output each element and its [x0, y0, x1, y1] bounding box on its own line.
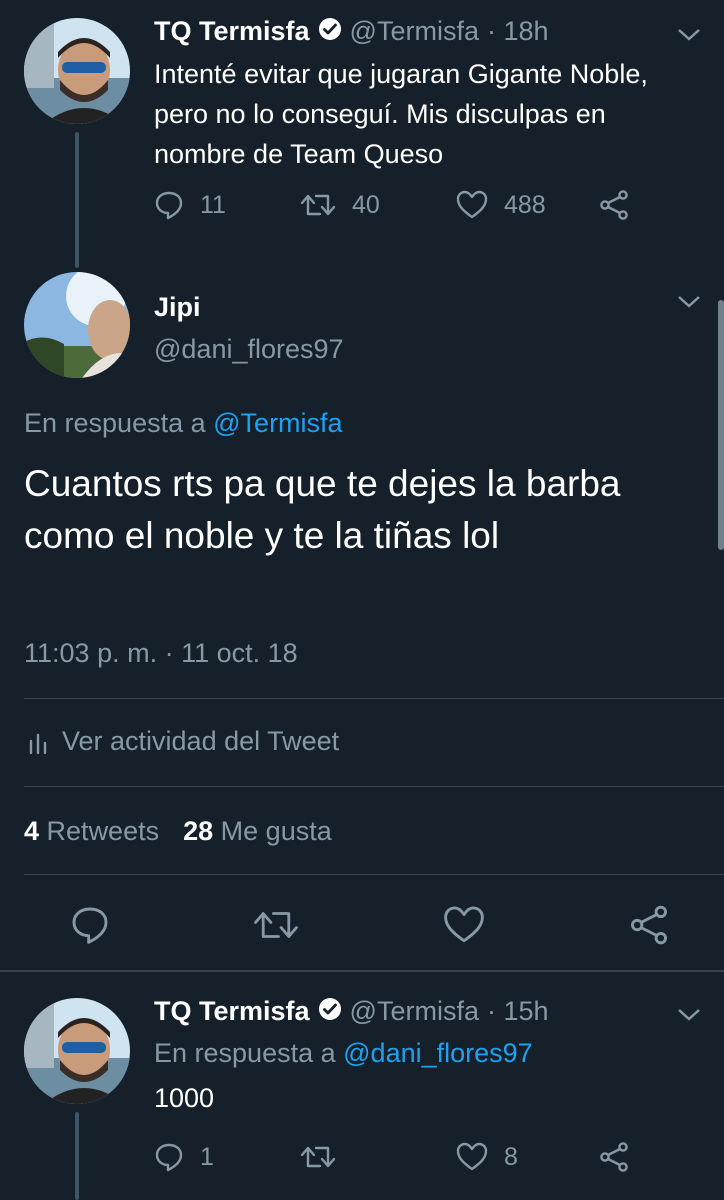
main-author-handle[interactable]: @dani_flores97: [154, 334, 344, 365]
main-reply-to-link[interactable]: @Termisfa: [213, 408, 342, 438]
share-icon: [631, 905, 667, 945]
main-author-name-row: Jipi: [154, 292, 201, 323]
tweet3-author-name[interactable]: TQ Termisfa: [154, 996, 310, 1027]
tweet3-reply-count: 1: [200, 1142, 214, 1171]
heart-icon: [456, 190, 488, 219]
tweet3-reply-button[interactable]: 1: [154, 1142, 300, 1172]
main-author-handle-row: @dani_flores97: [154, 334, 344, 365]
retweets-label: Retweets: [46, 816, 160, 846]
reply-icon: [155, 191, 183, 220]
tweet3-like-count: 8: [504, 1142, 518, 1171]
tweet3-menu-chevron-icon[interactable]: [676, 1006, 702, 1029]
main-reply-button[interactable]: [70, 905, 110, 950]
heart-icon: [456, 1142, 488, 1171]
analytics-bars-icon: [29, 733, 47, 754]
avatar-photo: [24, 998, 130, 1104]
verified-badge-icon: [318, 17, 342, 46]
tweet3-share-button[interactable]: [598, 1142, 630, 1172]
engagement-stats: 4 Retweets 28 Me gusta: [24, 816, 332, 847]
tweet3-text: 1000: [154, 1083, 215, 1113]
reply-icon: [72, 907, 108, 944]
tweet3-handle[interactable]: @Termisfa: [350, 996, 479, 1027]
retweets-count: 4: [24, 816, 40, 846]
likes-count: 28: [183, 816, 214, 846]
retweet-icon: [300, 194, 336, 216]
avatar-termisfa[interactable]: [24, 998, 130, 1104]
tweet1-share-button[interactable]: [598, 190, 630, 220]
likes-label: Me gusta: [220, 816, 332, 846]
avatar-photo: [24, 272, 130, 378]
tweet3-reply-prefix: En respuesta a: [154, 1038, 336, 1068]
main-tweet-text: Cuantos rts pa que te dejes la barba com…: [24, 463, 621, 556]
main-share-button[interactable]: [628, 905, 670, 950]
verified-badge-icon: [318, 997, 342, 1026]
main-retweet-button[interactable]: [253, 905, 299, 950]
reply-icon: [155, 1143, 183, 1172]
tweet1-retweet-count: 40: [352, 190, 380, 219]
tweet1-reply-button[interactable]: 11: [154, 190, 300, 220]
main-reply-prefix: En respuesta a: [24, 408, 206, 438]
tweet3-retweet-button[interactable]: [300, 1142, 456, 1172]
tweet1-like-button[interactable]: 488: [456, 190, 598, 220]
share-icon: [600, 190, 628, 220]
avatar-termisfa[interactable]: [24, 18, 130, 124]
tweet1-time: · 18h: [486, 16, 549, 46]
likes-stat[interactable]: 28 Me gusta: [183, 816, 332, 847]
divider: [24, 874, 724, 875]
retweets-stat[interactable]: 4 Retweets: [24, 816, 159, 847]
scrollbar[interactable]: [718, 300, 724, 550]
tweet1-author-name[interactable]: TQ Termisfa: [154, 16, 310, 47]
main-actions: [70, 905, 670, 950]
section-divider: [0, 970, 724, 972]
retweet-icon: [300, 1146, 336, 1168]
tweet1-retweet-button[interactable]: 40: [300, 190, 456, 220]
thread-line-top: [75, 132, 79, 268]
tweet1-actions: 11 40 488: [154, 190, 630, 220]
divider: [24, 698, 724, 699]
tweet1-text: Intenté evitar que jugaran Gigante Noble…: [154, 59, 648, 169]
tweet3-header: TQ Termisfa @Termisfa · 15h: [154, 996, 549, 1027]
main-menu-chevron-icon[interactable]: [676, 293, 702, 316]
tweet3-reply-context: En respuesta a @dani_flores97: [154, 1038, 533, 1069]
tweet1-like-count: 488: [504, 190, 546, 219]
tweet1-reply-count: 11: [200, 190, 226, 219]
tweet1-menu-chevron-icon[interactable]: [676, 26, 702, 49]
tweet-activity-link[interactable]: Ver actividad del Tweet: [28, 726, 339, 757]
avatar-photo: [24, 18, 130, 124]
retweet-icon: [254, 912, 299, 938]
main-author-name[interactable]: Jipi: [154, 292, 201, 323]
tweet1-handle[interactable]: @Termisfa: [350, 16, 479, 47]
tweet3-actions: 1 8: [154, 1142, 630, 1172]
tweet-activity-label: Ver actividad del Tweet: [62, 726, 340, 756]
share-icon: [600, 1142, 628, 1172]
avatar-jipi[interactable]: [24, 272, 130, 378]
tweet3-time: · 15h: [486, 996, 549, 1026]
main-like-button[interactable]: [443, 905, 485, 950]
divider: [24, 786, 724, 787]
tweet3-like-button[interactable]: 8: [456, 1142, 598, 1172]
main-timestamp[interactable]: 11:03 p. m. · 11 oct. 18: [24, 638, 298, 669]
main-reply-context: En respuesta a @Termisfa: [24, 408, 343, 439]
tweet1-header: TQ Termisfa @Termisfa · 18h: [154, 16, 549, 47]
thread-line-bottom: [75, 1112, 79, 1200]
tweet3-reply-to-link[interactable]: @dani_flores97: [343, 1038, 533, 1068]
heart-icon: [443, 906, 484, 943]
